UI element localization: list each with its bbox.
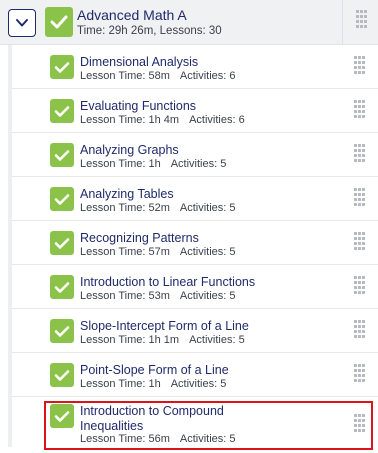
tree-rail (8, 309, 12, 353)
lesson-activities: Activities: 6 (189, 114, 245, 126)
checkmark-icon (50, 15, 68, 29)
lesson-completed-checkbox[interactable] (50, 187, 74, 211)
lesson-activities: Activities: 5 (179, 433, 236, 445)
tree-rail (8, 133, 12, 177)
drag-handle-icon[interactable] (354, 276, 366, 296)
drag-handle-icon[interactable] (354, 414, 366, 434)
lesson-activities: Activities: 5 (189, 334, 245, 346)
drag-handle-icon[interactable] (354, 364, 366, 384)
checkmark-icon (54, 149, 70, 161)
lesson-title[interactable]: Analyzing Graphs (80, 143, 179, 157)
lesson-activities: Activities: 5 (170, 158, 227, 170)
course-meta: Time: 29h 26m, Lessons: 30 (77, 25, 222, 37)
lesson-time: Lesson Time: 1h (80, 378, 161, 390)
lesson-meta: Lesson Time: 58m Activities: 6 (80, 70, 236, 82)
collapse-toggle-button[interactable] (8, 9, 36, 37)
lesson-title[interactable]: Recognizing Patterns (80, 231, 199, 245)
checkmark-icon (54, 105, 70, 117)
lesson-title-line-2: Inequalities (80, 419, 144, 433)
checkmark-icon (54, 281, 70, 293)
tree-rail (8, 177, 12, 221)
lesson-time: Lesson Time: 53m (80, 290, 170, 302)
lesson-time: Lesson Time: 58m (80, 70, 170, 82)
tree-rail (8, 353, 12, 397)
lesson-row-selected[interactable]: Introduction to Compound Inequalities Le… (0, 397, 378, 447)
lesson-meta: Lesson Time: 1h 4m Activities: 6 (80, 114, 245, 126)
lesson-time: Lesson Time: 1h 1m (80, 334, 180, 346)
course-header[interactable]: Advanced Math A Time: 29h 26m, Lessons: … (0, 0, 378, 45)
lesson-meta: Lesson Time: 52m Activities: 5 (80, 202, 236, 214)
lesson-meta: Lesson Time: 1h 1m Activities: 5 (80, 334, 245, 346)
lesson-completed-checkbox[interactable] (50, 363, 74, 387)
lesson-title[interactable]: Slope-Intercept Form of a Line (80, 319, 249, 333)
lesson-completed-checkbox[interactable] (50, 319, 74, 343)
checkmark-icon (54, 61, 70, 73)
course-lesson-panel: Advanced Math A Time: 29h 26m, Lessons: … (0, 0, 378, 453)
tree-rail (8, 397, 12, 447)
checkmark-icon (54, 237, 70, 249)
lesson-activities: Activities: 5 (179, 202, 236, 214)
lesson-meta: Lesson Time: 1h Activities: 5 (80, 378, 226, 390)
lesson-row[interactable]: Analyzing Tables Lesson Time: 52m Activit… (0, 177, 378, 221)
chevron-down-icon (16, 19, 28, 27)
lesson-title[interactable]: Evaluating Functions (80, 99, 196, 113)
lesson-title[interactable]: Dimensional Analysis (80, 55, 198, 69)
drag-handle-icon[interactable] (354, 100, 366, 120)
course-title[interactable]: Advanced Math A (77, 7, 187, 23)
lesson-title[interactable]: Point-Slope Form of a Line (80, 363, 229, 377)
drag-handle-icon[interactable] (354, 320, 366, 340)
tree-rail (8, 265, 12, 309)
lesson-title[interactable]: Analyzing Tables (80, 187, 174, 201)
lesson-completed-checkbox[interactable] (50, 231, 74, 255)
lesson-time: Lesson Time: 57m (80, 246, 170, 258)
drag-handle-icon[interactable] (356, 10, 368, 30)
lesson-row[interactable]: Point-Slope Form of a Line Lesson Time: … (0, 353, 378, 397)
drag-handle-icon[interactable] (354, 144, 366, 164)
lesson-row[interactable]: Slope-Intercept Form of a Line Lesson Ti… (0, 309, 378, 353)
checkmark-icon (54, 193, 70, 205)
course-completed-checkbox[interactable] (45, 7, 73, 37)
header-divider (342, 0, 343, 45)
lesson-title[interactable]: Introduction to Compound Inequalities (80, 404, 224, 434)
lesson-row[interactable]: Analyzing Graphs Lesson Time: 1h Activiti… (0, 133, 378, 177)
lesson-activities: Activities: 5 (179, 246, 236, 258)
tree-rail (8, 89, 12, 133)
lesson-activities: Activities: 5 (179, 290, 236, 302)
lesson-completed-checkbox[interactable] (50, 404, 74, 428)
lesson-time: Lesson Time: 52m (80, 202, 170, 214)
lesson-activities: Activities: 6 (179, 70, 236, 82)
tree-rail (8, 221, 12, 265)
lesson-row[interactable]: Introduction to Linear Functions Lesson … (0, 265, 378, 309)
lesson-meta: Lesson Time: 1h Activities: 5 (80, 158, 226, 170)
checkmark-icon (54, 410, 70, 422)
checkmark-icon (54, 369, 70, 381)
tree-rail (8, 45, 12, 89)
lesson-completed-checkbox[interactable] (50, 275, 74, 299)
lesson-row[interactable]: Evaluating Functions Lesson Time: 1h 4m A… (0, 89, 378, 133)
lesson-completed-checkbox[interactable] (50, 99, 74, 123)
lesson-title[interactable]: Introduction to Linear Functions (80, 275, 255, 289)
lesson-time: Lesson Time: 1h 4m (80, 114, 180, 126)
lesson-time: Lesson Time: 1h (80, 158, 161, 170)
checkmark-icon (54, 325, 70, 337)
lesson-completed-checkbox[interactable] (50, 55, 74, 79)
lesson-meta: Lesson Time: 56m Activities: 5 (80, 433, 236, 445)
lesson-activities: Activities: 5 (170, 378, 227, 390)
lesson-time: Lesson Time: 56m (80, 433, 170, 445)
drag-handle-icon[interactable] (354, 188, 366, 208)
drag-handle-icon[interactable] (354, 56, 366, 76)
lesson-completed-checkbox[interactable] (50, 143, 74, 167)
lesson-row[interactable]: Dimensional Analysis Lesson Time: 58m Act… (0, 45, 378, 89)
lesson-meta: Lesson Time: 57m Activities: 5 (80, 246, 236, 258)
lesson-row[interactable]: Recognizing Patterns Lesson Time: 57m Act… (0, 221, 378, 265)
lesson-meta: Lesson Time: 53m Activities: 5 (80, 290, 236, 302)
drag-handle-icon[interactable] (354, 232, 366, 252)
lesson-title-line-1: Introduction to Compound (80, 404, 224, 418)
